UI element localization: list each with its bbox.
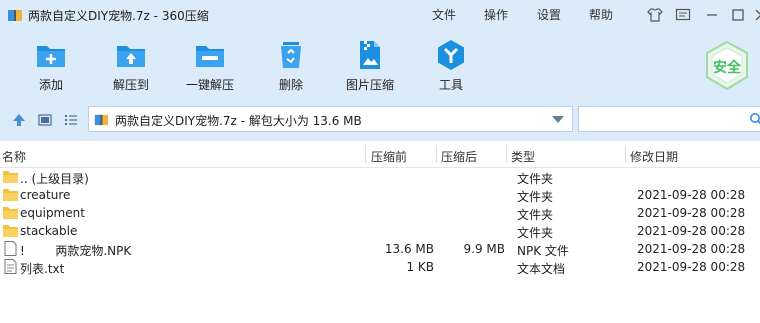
up-arrow-icon[interactable] <box>12 113 26 127</box>
delete-label: 删除 <box>278 78 303 92</box>
file-row-stackable[interactable]: stackable 文件夹 2021-09-28 00:28 <box>0 222 760 240</box>
column-divider[interactable] <box>365 145 366 163</box>
extract-to-label: 解压到 <box>112 78 149 92</box>
file-name: .. (上级目录) <box>20 172 89 186</box>
column-name[interactable]: 名称 <box>2 148 26 165</box>
folder-icon <box>3 207 18 219</box>
column-divider[interactable] <box>506 145 507 163</box>
maximize-icon[interactable] <box>729 6 747 24</box>
address-row: 两款自定义DIY宠物.7z - 解包大小为 13.6 MB <box>0 99 760 141</box>
close-icon[interactable] <box>752 6 760 24</box>
file-modified: 2021-09-28 00:28 <box>637 242 746 256</box>
file-type: 文件夹 <box>517 226 554 240</box>
column-divider[interactable] <box>625 145 626 163</box>
file-type: NPK 文件 <box>517 244 569 258</box>
list-view-icon[interactable] <box>64 113 78 127</box>
file-name: equipment <box>20 206 85 220</box>
image-compress-label: 图片压缩 <box>345 78 394 92</box>
column-type[interactable]: 类型 <box>511 148 535 165</box>
skin-shirt-icon[interactable] <box>646 6 664 24</box>
extract-to-button[interactable]: 解压到 <box>91 38 171 98</box>
minimize-icon[interactable] <box>703 6 721 24</box>
image-compress-icon <box>360 41 380 69</box>
title-bar: 两款自定义DIY宠物.7z - 360压缩 文件 操作 设置 帮助 <box>0 0 760 30</box>
file-row-equipment[interactable]: equipment 文件夹 2021-09-28 00:28 <box>0 204 760 222</box>
add-folder-icon <box>37 46 65 67</box>
file-modified: 2021-09-28 00:28 <box>637 260 746 274</box>
feedback-icon[interactable] <box>674 6 692 24</box>
file-name: ! 两款宠物.NPK <box>20 244 132 258</box>
folder-icon <box>3 225 18 237</box>
archive-icon <box>94 114 109 126</box>
tools-icon <box>438 40 464 70</box>
file-modified: 2021-09-28 00:28 <box>637 188 746 202</box>
search-icon[interactable] <box>749 112 760 126</box>
file-type: 文本文档 <box>517 262 566 276</box>
file-modified: 2021-09-28 00:28 <box>637 224 746 238</box>
menu-operation[interactable]: 操作 <box>484 6 508 23</box>
file-row-creature[interactable]: creature 文件夹 2021-09-28 00:28 <box>0 186 760 204</box>
file-row-parent[interactable]: .. (上级目录) 文件夹 <box>0 168 760 186</box>
app-icon <box>8 10 22 21</box>
file-type: 文件夹 <box>517 190 554 204</box>
address-text: 两款自定义DIY宠物.7z - 解包大小为 13.6 MB <box>115 114 362 128</box>
folder-icon <box>3 171 18 183</box>
menu-help[interactable]: 帮助 <box>589 6 613 23</box>
file-name: 列表.txt <box>20 262 65 276</box>
toolbar: 添加 解压到 一键解压 删除 图片压缩 工具 安全 <box>0 30 760 99</box>
file-type: 文件夹 <box>517 208 554 222</box>
file-name: creature <box>20 188 71 202</box>
tools-label: 工具 <box>438 78 463 92</box>
file-icon <box>4 241 17 256</box>
column-size[interactable]: 压缩前 <box>371 148 407 165</box>
file-type: 文件夹 <box>517 172 554 186</box>
file-row-txt[interactable]: 列表.txt 1 KB 文本文档 2021-09-28 00:28 <box>0 258 760 276</box>
add-label: 添加 <box>38 78 63 92</box>
thumbnail-view-icon[interactable] <box>38 113 52 127</box>
one-click-extract-button[interactable]: 一键解压 <box>170 38 250 98</box>
image-compress-button[interactable]: 图片压缩 <box>330 38 410 98</box>
one-click-extract-icon <box>196 46 224 67</box>
file-compressed: 9.9 MB <box>463 242 505 256</box>
column-compressed[interactable]: 压缩后 <box>441 148 477 165</box>
file-size: 1 KB <box>406 260 434 274</box>
address-dropdown-icon[interactable] <box>552 116 564 123</box>
text-file-icon <box>4 259 17 274</box>
extract-to-icon <box>117 46 145 67</box>
menu-settings[interactable]: 设置 <box>537 6 561 23</box>
column-header: 名称 压缩前 压缩后 类型 修改日期 <box>0 141 760 168</box>
delete-button[interactable]: 删除 <box>251 38 331 98</box>
one-click-extract-label: 一键解压 <box>185 78 234 92</box>
menu-file[interactable]: 文件 <box>432 6 456 23</box>
file-size: 13.6 MB <box>384 242 434 256</box>
file-row-npk[interactable]: ! 两款宠物.NPK 13.6 MB 9.9 MB NPK 文件 2021-09… <box>0 240 760 258</box>
column-modified[interactable]: 修改日期 <box>630 148 678 165</box>
file-name: stackable <box>20 224 78 238</box>
safe-label: 安全 <box>713 60 741 76</box>
window-title: 两款自定义DIY宠物.7z - 360压缩 <box>28 9 209 23</box>
folder-icon <box>3 189 18 201</box>
address-bar[interactable]: 两款自定义DIY宠物.7z - 解包大小为 13.6 MB <box>88 106 573 132</box>
file-modified: 2021-09-28 00:28 <box>637 206 746 220</box>
recycle-bin-icon <box>281 42 301 68</box>
add-button[interactable]: 添加 <box>11 38 91 98</box>
column-divider[interactable] <box>436 145 437 163</box>
tools-button[interactable]: 工具 <box>411 38 491 98</box>
search-input[interactable] <box>578 106 760 132</box>
